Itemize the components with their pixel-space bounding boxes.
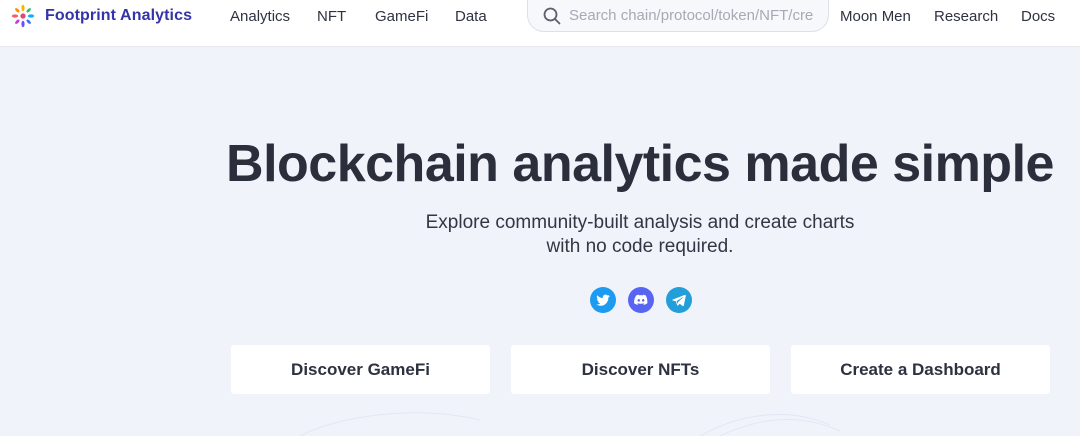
- search-input[interactable]: [569, 7, 814, 24]
- twitter-icon: [596, 294, 610, 306]
- brand-name: Footprint Analytics: [45, 7, 193, 24]
- hero-subtitle-line-1: Explore community-built analysis and cre…: [425, 212, 855, 233]
- decorative-waves: [299, 412, 841, 436]
- top-navigation-bar: Footprint Analytics Analytics NFT GameFi…: [0, 0, 1080, 47]
- nav-item-analytics[interactable]: Analytics: [230, 8, 290, 25]
- nav-item-docs[interactable]: Docs: [1021, 8, 1055, 25]
- discord-icon: [634, 294, 648, 305]
- telegram-icon: [672, 294, 686, 307]
- nav-item-moon-men-wrap: Moon Men: [840, 0, 911, 32]
- nav-item-data[interactable]: Data: [455, 8, 487, 25]
- twitter-link[interactable]: [590, 287, 616, 313]
- nav-item-gamefi[interactable]: GameFi: [375, 8, 428, 25]
- search-icon: [543, 7, 561, 24]
- nav-item-nft[interactable]: NFT: [317, 8, 346, 25]
- nav-item-analytics-wrap: Analytics: [230, 0, 290, 32]
- brand-logo[interactable]: Footprint Analytics: [7, 4, 192, 28]
- hero-subtitle-line-2: with no code required.: [546, 236, 734, 257]
- create-dashboard-button[interactable]: Create a Dashboard: [791, 345, 1050, 394]
- discover-gamefi-button[interactable]: Discover GameFi: [231, 345, 490, 394]
- nav-item-nft-wrap: NFT: [317, 0, 346, 32]
- social-links: [590, 287, 692, 313]
- hero-title: Blockchain analytics made simple: [226, 135, 1054, 193]
- footprint-logo-icon: [11, 4, 35, 28]
- nav-item-data-wrap: Data: [455, 0, 487, 32]
- nav-item-research[interactable]: Research: [934, 8, 998, 25]
- nav-item-gamefi-wrap: GameFi: [375, 0, 428, 32]
- nav-item-research-wrap: Research: [934, 0, 998, 32]
- discover-nfts-button[interactable]: Discover NFTs: [511, 345, 770, 394]
- discord-link[interactable]: [628, 287, 654, 313]
- nav-item-docs-wrap: Docs: [1021, 0, 1055, 32]
- telegram-link[interactable]: [666, 287, 692, 313]
- search-box[interactable]: [527, 0, 829, 32]
- nav-item-moon-men[interactable]: Moon Men: [840, 8, 911, 25]
- hero-subtitle: Explore community-built analysis and cre…: [0, 211, 1080, 259]
